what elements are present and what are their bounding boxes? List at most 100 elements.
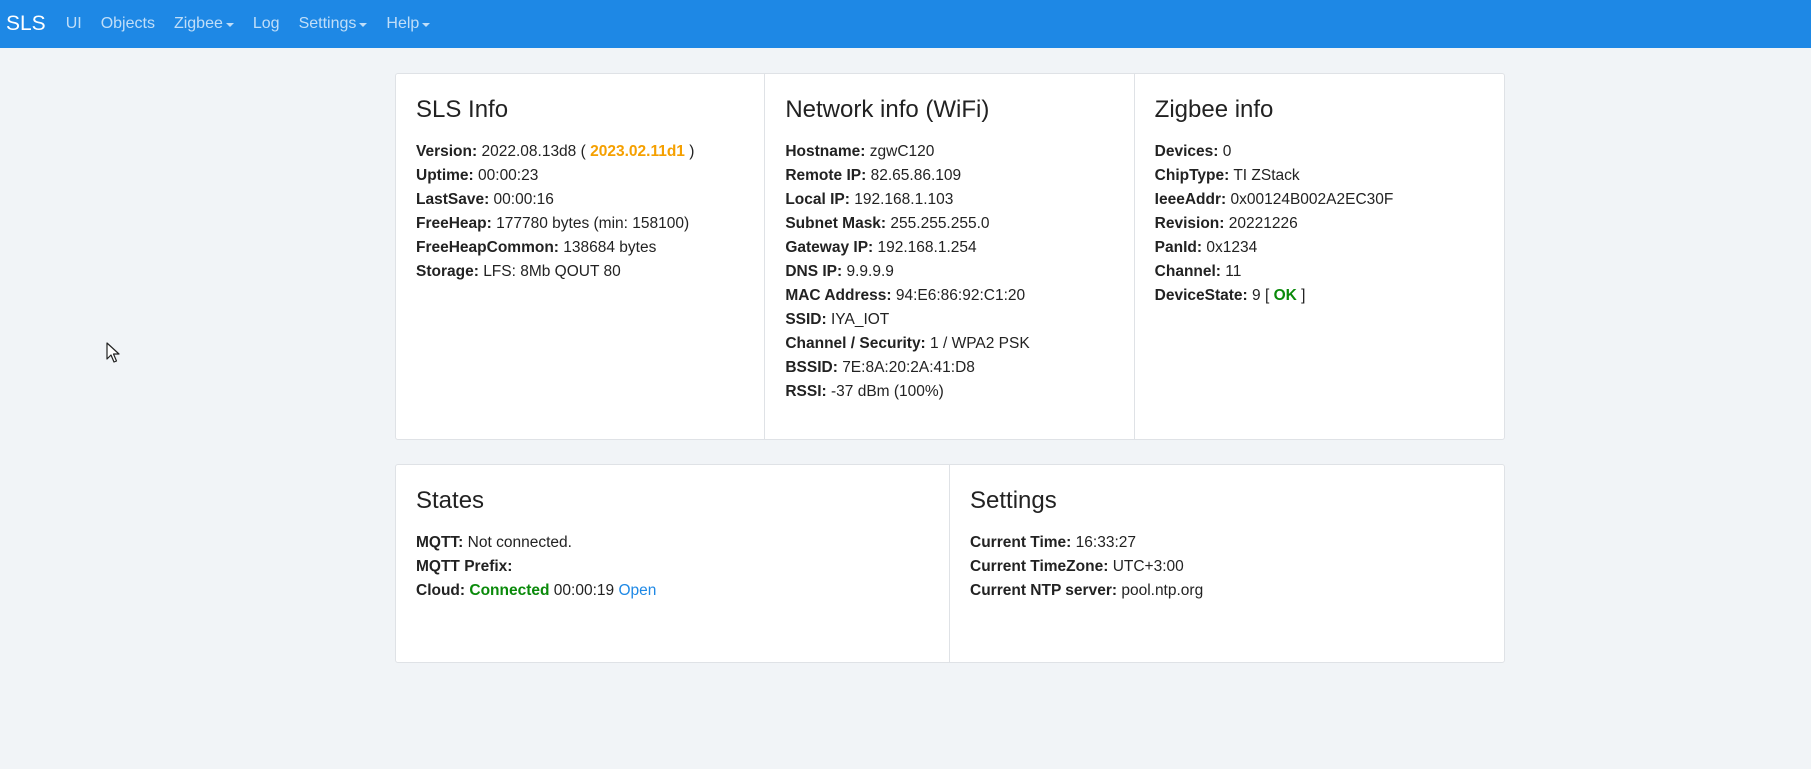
info-label: Local IP: <box>785 191 850 208</box>
nav-objects[interactable]: Objects <box>101 15 155 33</box>
mqtt-label: MQTT: <box>416 534 464 551</box>
current-timezone-line: Current TimeZone: UTC+3:00 <box>970 555 1484 579</box>
nav-ui-label: UI <box>65 15 82 32</box>
mqtt-prefix-label: MQTT Prefix: <box>416 558 513 575</box>
ieeeaddr-line: IeeeAddr: 0x00124B002A2EC30F <box>1155 188 1484 212</box>
caret-down-icon <box>422 22 431 27</box>
freeheapcommon-value: 138684 bytes <box>563 239 657 256</box>
nav-ui[interactable]: UI <box>66 15 82 33</box>
devicestate-value: 9 <box>1252 287 1261 304</box>
version-paren-open: ( <box>580 143 586 160</box>
info-label: Current Time: <box>970 534 1072 551</box>
lastsave-line: LastSave: 00:00:16 <box>416 188 744 212</box>
info-label: BSSID: <box>785 359 838 376</box>
info-value: -37 dBm (100%) <box>830 383 944 400</box>
cloud-time: 00:00:19 <box>553 582 615 599</box>
info-value: 11 <box>1225 263 1242 280</box>
nav-settings-label: Settings <box>298 15 357 32</box>
info-value: 7E:8A:20:2A:41:D8 <box>842 359 975 376</box>
lastsave-label: LastSave: <box>416 191 490 208</box>
info-label: Remote IP: <box>785 167 867 184</box>
version-value: 2022.08.13d8 <box>481 143 577 160</box>
sls-info-title: SLS Info <box>416 96 509 123</box>
mqtt-line: MQTT: Not connected. <box>416 531 929 555</box>
info-value: 94:E6:86:92:C1:20 <box>895 287 1026 304</box>
nav-log-label: Log <box>252 15 280 32</box>
cloud-open-link[interactable]: Open <box>618 582 656 599</box>
freeheap-label: FreeHeap: <box>416 215 492 232</box>
info-value: TI ZStack <box>1233 167 1300 184</box>
devicestate-line: DeviceState: 9 [ OK ] <box>1155 284 1484 308</box>
cloud-label: Cloud: <box>416 582 466 599</box>
version-line: Version: 2022.08.13d8 ( 2023.02.11d1 ) <box>416 140 744 164</box>
nav-help-dropdown[interactable]: Help <box>386 15 431 33</box>
zigbee-info-card: Zigbee info Devices: 0 ChipType: TI ZSta… <box>1135 74 1504 439</box>
devices-line: Devices: 0 <box>1155 140 1484 164</box>
current-time-line: Current Time: 16:33:27 <box>970 531 1484 555</box>
channel-security-line: Channel / Security: 1 / WPA2 PSK <box>785 332 1113 356</box>
status-row: States MQTT: Not connected. MQTT Prefix:… <box>395 464 1505 663</box>
devicestate-bracket-open: [ <box>1264 287 1270 304</box>
info-value: 0x00124B002A2EC30F <box>1230 191 1394 208</box>
info-value: 82.65.86.109 <box>870 167 962 184</box>
chiptype-line: ChipType: TI ZStack <box>1155 164 1484 188</box>
devicestate-status: OK <box>1273 287 1297 304</box>
nav-zigbee-dropdown[interactable]: Zigbee <box>174 15 234 33</box>
network-info-card: Network info (WiFi) Hostname: zgwC120 Re… <box>765 74 1135 439</box>
storage-value: LFS: 8Mb QOUT 80 <box>483 263 621 280</box>
brand-logo[interactable]: SLS <box>6 12 46 36</box>
info-value: 20221226 <box>1228 215 1298 232</box>
top-navbar: SLS UI Objects Zigbee Log Settings Help <box>0 0 1811 48</box>
rssi-line: RSSI: -37 dBm (100%) <box>785 380 1113 404</box>
settings-title: Settings <box>970 487 1057 514</box>
nav-settings-dropdown[interactable]: Settings <box>299 15 368 33</box>
nav-help-label: Help <box>386 15 420 32</box>
info-value: 0 <box>1222 143 1232 160</box>
info-value: 255.255.255.0 <box>890 215 990 232</box>
freeheapcommon-label: FreeHeapCommon: <box>416 239 559 256</box>
dns-ip-line: DNS IP: 9.9.9.9 <box>785 260 1113 284</box>
new-version-value: 2023.02.11d1 <box>590 143 685 160</box>
info-value: 1 / WPA2 PSK <box>930 335 1030 352</box>
info-label: Current NTP server: <box>970 582 1118 599</box>
gateway-ip-line: Gateway IP: 192.168.1.254 <box>785 236 1113 260</box>
zigbee-info-title: Zigbee info <box>1154 96 1274 123</box>
states-card: States MQTT: Not connected. MQTT Prefix:… <box>396 465 950 662</box>
network-info-title: Network info (WiFi) <box>785 96 990 123</box>
info-label: Channel: <box>1154 263 1221 280</box>
mouse-pointer-icon <box>106 342 120 363</box>
nav-zigbee-label: Zigbee <box>173 15 223 32</box>
info-value: 192.168.1.103 <box>854 191 954 208</box>
ssid-line: SSID: IYA_IOT <box>785 308 1113 332</box>
info-value: 16:33:27 <box>1075 534 1136 551</box>
revision-line: Revision: 20221226 <box>1155 212 1484 236</box>
mqtt-value: Not connected. <box>467 534 572 551</box>
states-title: States <box>416 487 485 514</box>
channel-line: Channel: 11 <box>1155 260 1484 284</box>
devicestate-bracket-close: ] <box>1301 287 1306 304</box>
nav-objects-label: Objects <box>100 15 155 32</box>
info-value: 0x1234 <box>1206 239 1258 256</box>
info-label: Gateway IP: <box>785 239 874 256</box>
info-label: Hostname: <box>785 143 866 160</box>
bssid-line: BSSID: 7E:8A:20:2A:41:D8 <box>785 356 1113 380</box>
hostname-line: Hostname: zgwC120 <box>785 140 1113 164</box>
info-value: 192.168.1.254 <box>877 239 977 256</box>
uptime-value: 00:00:23 <box>478 167 539 184</box>
caret-down-icon <box>359 22 368 27</box>
panid-line: PanId: 0x1234 <box>1155 236 1484 260</box>
info-label: PanId: <box>1154 239 1203 256</box>
info-label: DNS IP: <box>785 263 843 280</box>
caret-down-icon <box>225 22 234 27</box>
info-value: IYA_IOT <box>830 311 890 328</box>
version-paren-close: ) <box>689 143 695 160</box>
info-label: RSSI: <box>785 383 827 400</box>
info-label: SSID: <box>785 311 827 328</box>
devicestate-label: DeviceState: <box>1154 287 1248 304</box>
storage-line: Storage: LFS: 8Mb QOUT 80 <box>416 260 744 284</box>
info-value: zgwC120 <box>869 143 935 160</box>
nav-log[interactable]: Log <box>253 15 280 33</box>
freeheap-line: FreeHeap: 177780 bytes (min: 158100) <box>416 212 744 236</box>
subnet-mask-line: Subnet Mask: 255.255.255.0 <box>785 212 1113 236</box>
info-label: Channel / Security: <box>785 335 926 352</box>
